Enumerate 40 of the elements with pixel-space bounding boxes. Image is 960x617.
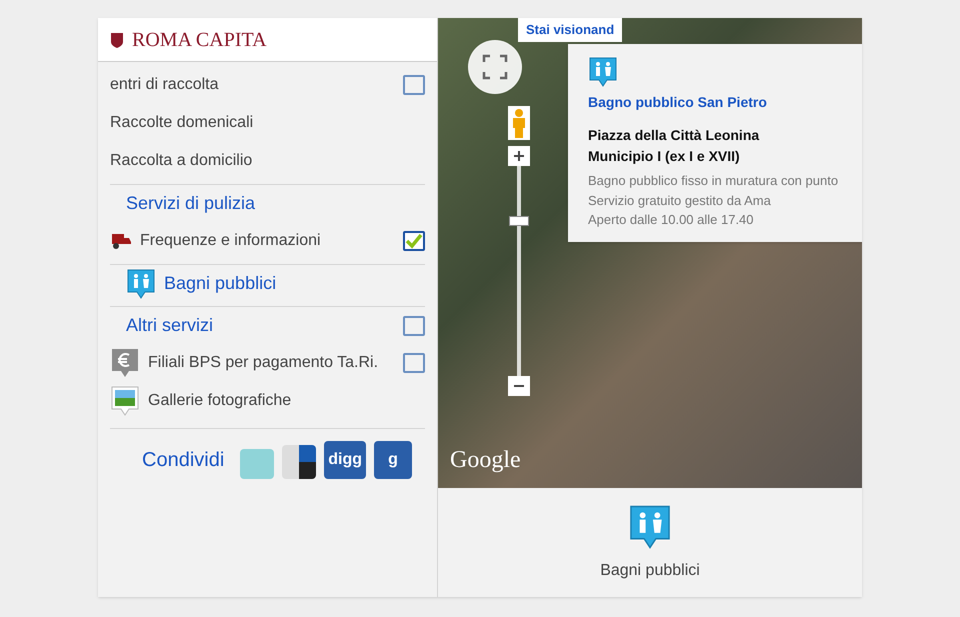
section-heading[interactable]: Bagni pubblici [164, 270, 276, 297]
layer-option[interactable]: Raccolta a domicilio [110, 149, 252, 173]
map-attribution: Google [450, 446, 521, 475]
viewing-banner: Stai visionand [518, 18, 622, 42]
share-label: Condividi [142, 448, 224, 473]
arrows-icon [480, 52, 510, 82]
pan-control[interactable] [468, 40, 522, 94]
checkbox[interactable] [403, 231, 425, 251]
section-heading[interactable]: Servizi di pulizia [126, 190, 256, 217]
layer-option[interactable]: Frequenze e informazioni [140, 229, 321, 253]
popup-title[interactable]: Bagno pubblico San Pietro [588, 92, 862, 113]
share-button[interactable]: g [374, 441, 412, 479]
share-button[interactable]: digg [324, 441, 366, 479]
plus-icon [514, 151, 524, 161]
toilet-marker-icon [628, 502, 672, 550]
section-heading[interactable]: Altri servizi [126, 312, 214, 339]
layer-option[interactable]: entri di raccolta [110, 73, 218, 97]
address-line: Municipio I (ex I e XVII) [588, 147, 741, 166]
layer-option[interactable]: Raccolte domenicali [110, 111, 254, 135]
toilet-marker-icon [588, 56, 618, 88]
checkbox[interactable] [403, 75, 425, 95]
crest-icon [110, 30, 124, 48]
checkbox[interactable] [403, 316, 425, 336]
logo-text: ROMA CAPITA [132, 28, 267, 52]
toilet-marker-icon [126, 268, 156, 300]
photo-marker-icon [110, 385, 140, 417]
detail-line: Bagno pubblico fisso in muratura con punto [588, 172, 840, 190]
layer-option[interactable]: Gallerie fotografiche [148, 389, 292, 413]
address-line: Piazza della Città Leonina [588, 126, 760, 145]
checkbox[interactable] [403, 353, 425, 373]
truck-icon [110, 232, 132, 250]
zoom-slider-thumb[interactable] [509, 216, 529, 226]
zoom-out-button[interactable] [508, 376, 530, 396]
zoom-in-button[interactable] [508, 146, 530, 166]
euro-marker-icon [110, 347, 140, 379]
layer-option[interactable]: Filiali BPS per pagamento Ta.Ri. [148, 351, 378, 375]
legend-label: Bagni pubblici [600, 560, 700, 580]
detail-line: Aperto dalle 10.00 alle 17.40 [588, 211, 755, 229]
share-button[interactable] [282, 445, 316, 479]
detail-line: Servizio gratuito gestito da Ama [588, 192, 772, 210]
